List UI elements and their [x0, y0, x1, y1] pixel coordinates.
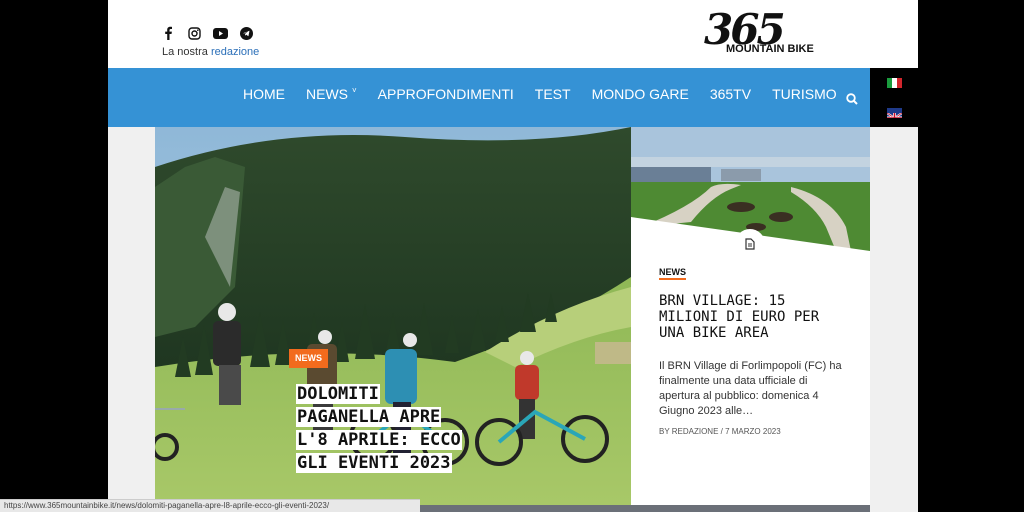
nav-item-news-label: NEWS	[306, 86, 348, 102]
hero-article-title[interactable]: DOLOMITI PAGANELLA APRE L'8 APRILE: ECCO…	[296, 383, 471, 475]
side-article-card: NEWS BRN VILLAGE: 15 MILIONI DI EURO PER…	[631, 127, 870, 505]
top-header: La nostra redazione 365 MOUNTAIN BIKE	[108, 0, 918, 68]
side-article-title[interactable]: BRN VILLAGE: 15 MILIONI DI EURO PER UNA …	[659, 293, 849, 341]
logo-text: MOUNTAIN BIKE	[726, 43, 814, 55]
nav-item-test[interactable]: TEST	[535, 86, 571, 102]
telegram-icon[interactable]	[238, 25, 254, 41]
english-flag-icon[interactable]	[887, 108, 902, 118]
hero-article-title-text: DOLOMITI PAGANELLA APRE L'8 APRILE: ECCO…	[296, 384, 462, 473]
nav-items: HOME NEWS ˅ APPROFONDIMENTI TEST MONDO GA…	[243, 86, 858, 102]
side-article-excerpt: Il BRN Village di Forlimpopoli (FC) ha f…	[659, 360, 842, 417]
nav-item-home[interactable]: HOME	[243, 86, 285, 102]
instagram-icon[interactable]	[186, 25, 202, 41]
nav-item-365tv[interactable]: 365TV	[710, 86, 751, 102]
search-icon[interactable]	[846, 90, 860, 105]
site-logo[interactable]: 365 MOUNTAIN BIKE	[704, 6, 844, 60]
side-article-meta: BY REDAZIONE / 7 MARZO 2023	[659, 427, 781, 436]
nav-item-mondo-gare[interactable]: MONDO GARE	[592, 86, 689, 102]
chevron-down-icon: ˅	[352, 86, 357, 95]
redazione-prefix: La nostra	[162, 46, 208, 58]
redazione-link[interactable]: redazione	[211, 46, 259, 58]
language-switcher	[870, 68, 918, 127]
nav-item-turismo[interactable]: TURISMO	[772, 86, 837, 102]
redazione-line: La nostra redazione	[162, 46, 259, 58]
youtube-icon[interactable]	[212, 25, 228, 41]
main-nav: HOME NEWS ˅ APPROFONDIMENTI TEST MONDO GA…	[108, 68, 870, 127]
hero-category-badge[interactable]: NEWS	[289, 349, 328, 368]
side-article-category[interactable]: NEWS	[659, 267, 686, 280]
italian-flag-icon[interactable]	[887, 78, 902, 88]
page: La nostra redazione 365 MOUNTAIN BIKE HO…	[108, 0, 918, 512]
document-icon	[735, 229, 765, 259]
nav-item-approfondimenti[interactable]: APPROFONDIMENTI	[378, 86, 514, 102]
browser-status-url: https://www.365mountainbike.it/news/dolo…	[0, 499, 420, 512]
nav-item-news[interactable]: NEWS ˅	[306, 86, 357, 102]
facebook-icon[interactable]	[160, 25, 176, 41]
social-links	[160, 25, 254, 41]
